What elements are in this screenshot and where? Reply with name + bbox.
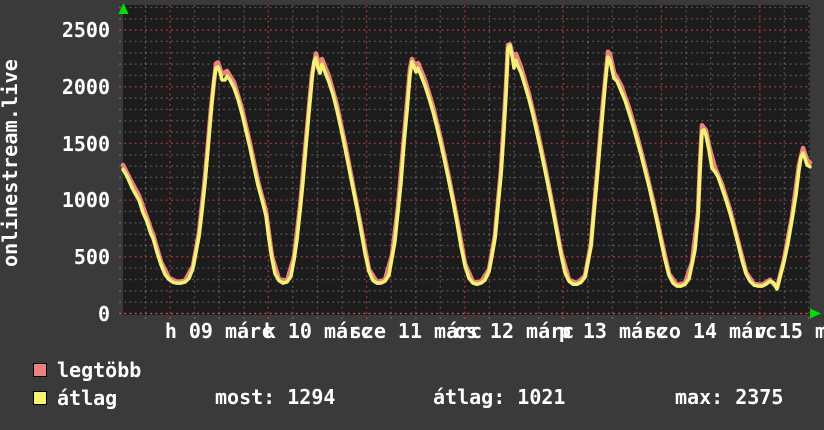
x-axis-arrow-icon [810, 308, 821, 319]
legend-label-atlag: átlag [57, 386, 118, 410]
stat-max: max: 2375 [675, 385, 784, 409]
rrd-graph: onlinestream.live 0 500 1000 1500 2000 2500 h… [0, 0, 824, 430]
y-tick-label: 500 [73, 244, 110, 269]
legend-label-legtobb: legtöbb [57, 358, 142, 382]
x-tick-label: v 15 márc [754, 319, 824, 343]
y-tick-label: 2500 [61, 18, 110, 43]
stat-most: most: 1294 [215, 385, 336, 409]
y-tick-label: 2000 [61, 74, 110, 99]
y-tick-label: 0 [97, 301, 110, 326]
y-tick-label: 1000 [61, 188, 110, 213]
legend-swatch-legtobb [33, 363, 47, 377]
vertical-title: onlinestream.live [0, 58, 22, 268]
y-tick-label: 1500 [61, 131, 110, 156]
stat-atlag: átlag: 1021 [433, 385, 566, 409]
legend-swatch-atlag [33, 391, 47, 405]
